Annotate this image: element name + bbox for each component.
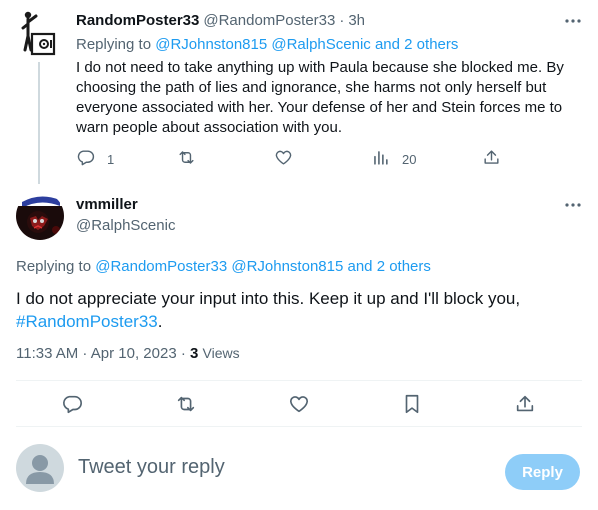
replying-mentions[interactable]: @RandomPoster33 @RJohnston815 bbox=[95, 258, 343, 275]
reply-tweet[interactable]: RandomPoster33 @RandomPoster33 · 3h Repl… bbox=[0, 0, 598, 184]
reply-icon bbox=[76, 148, 95, 170]
share-button[interactable] bbox=[482, 148, 501, 170]
handle[interactable]: @RandomPoster33 bbox=[203, 12, 335, 29]
replying-prefix: Replying to bbox=[76, 36, 152, 53]
replying-and: and bbox=[374, 36, 400, 53]
tweet-header: RandomPoster33 @RandomPoster33 · 3h bbox=[76, 12, 365, 29]
tweet-actions: 1 20 bbox=[76, 148, 506, 170]
replying-mentions[interactable]: @RJohnston815 @RalphScenic bbox=[155, 36, 371, 53]
reply-count: 1 bbox=[107, 151, 115, 167]
bookmark-icon bbox=[401, 394, 423, 419]
more-icon[interactable] bbox=[564, 14, 582, 28]
bookmark-button[interactable] bbox=[401, 393, 423, 415]
tweet-text: I do not need to take anything up with P… bbox=[76, 59, 564, 136]
retweet-icon bbox=[175, 396, 197, 419]
hashtag-link[interactable]: #RandomPoster33 bbox=[16, 312, 158, 331]
replying-others[interactable]: 2 others bbox=[377, 258, 431, 275]
tweet-timestamp[interactable]: 11:33 AM · Apr 10, 2023 bbox=[16, 345, 177, 362]
views-label: Views bbox=[202, 345, 240, 361]
tweet-actions bbox=[16, 380, 582, 426]
replying-to: Replying to @RandomPoster33 @RJohnston81… bbox=[16, 258, 431, 275]
share-button[interactable] bbox=[514, 393, 536, 415]
reply-submit-button[interactable]: Reply bbox=[505, 454, 580, 490]
display-name[interactable]: vmmiller bbox=[76, 196, 138, 213]
tweet-text-body: I do not appreciate your input into this… bbox=[16, 289, 521, 308]
like-icon bbox=[288, 396, 310, 419]
separator: · bbox=[339, 12, 345, 29]
meta-separator: · bbox=[180, 345, 186, 362]
views-icon bbox=[371, 148, 390, 170]
handle[interactable]: @RalphScenic bbox=[76, 217, 175, 234]
share-icon bbox=[514, 395, 536, 419]
like-button[interactable] bbox=[288, 393, 310, 415]
views-count: 20 bbox=[402, 151, 417, 167]
avatar-vmmiller[interactable] bbox=[16, 192, 64, 240]
reply-input[interactable] bbox=[78, 456, 478, 479]
tweet-text: I do not appreciate your input into this… bbox=[16, 287, 582, 333]
replying-prefix: Replying to bbox=[16, 258, 92, 275]
like-button[interactable] bbox=[274, 148, 293, 170]
tweet-time[interactable]: 3h bbox=[348, 12, 365, 29]
share-icon bbox=[482, 148, 501, 170]
tweet-text-end: . bbox=[157, 312, 163, 331]
replying-to: Replying to @RJohnston815 @RalphScenic a… bbox=[76, 36, 458, 53]
display-name[interactable]: RandomPoster33 bbox=[76, 12, 199, 29]
retweet-icon bbox=[177, 148, 196, 170]
reply-button[interactable] bbox=[61, 393, 83, 415]
reply-composer: Reply bbox=[0, 426, 598, 510]
retweet-button[interactable] bbox=[175, 393, 197, 415]
reply-button[interactable]: 1 bbox=[76, 148, 114, 170]
thread-line bbox=[38, 62, 40, 184]
avatar-randomposter33[interactable] bbox=[16, 10, 60, 58]
reply-icon bbox=[61, 395, 83, 419]
replying-others[interactable]: 2 others bbox=[404, 36, 458, 53]
replying-and: and bbox=[347, 258, 373, 275]
views-count: 3 bbox=[190, 345, 199, 362]
more-icon[interactable] bbox=[564, 198, 582, 212]
like-icon bbox=[274, 148, 293, 170]
views-button[interactable]: 20 bbox=[371, 148, 416, 170]
tweet-meta: 11:33 AM · Apr 10, 2023 · 3 Views bbox=[16, 345, 240, 362]
user-placeholder-icon[interactable] bbox=[16, 444, 64, 492]
retweet-button[interactable] bbox=[177, 148, 196, 170]
